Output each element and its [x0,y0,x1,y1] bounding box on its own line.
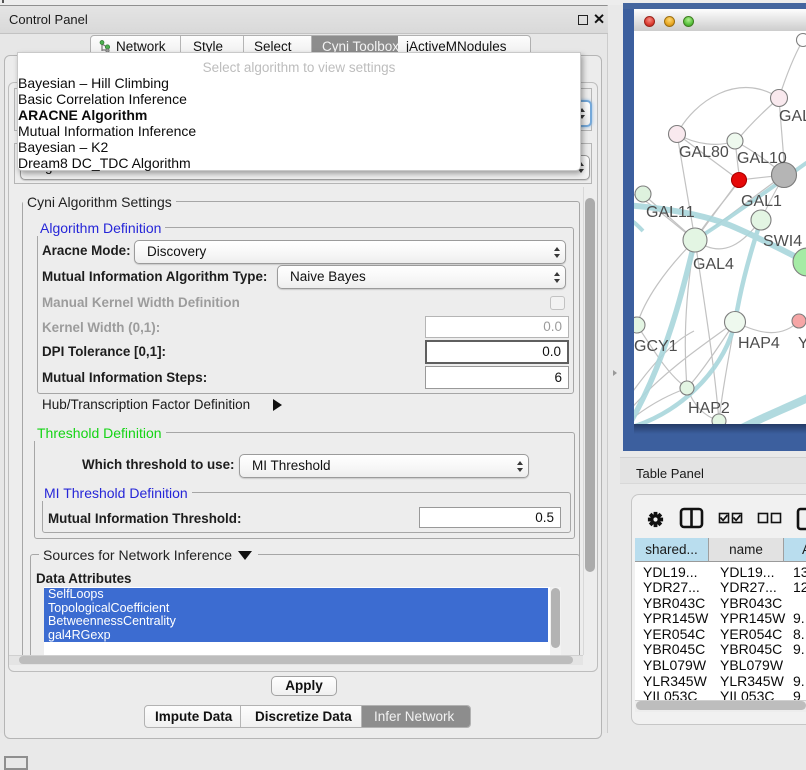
svg-text:GAL4: GAL4 [693,256,734,273]
svg-text:GCY1: GCY1 [634,338,678,355]
svg-text:GAL10: GAL10 [737,150,787,167]
svg-text:Y: Y [798,335,806,352]
svg-text:GAL1: GAL1 [741,193,782,210]
svg-text:HAP4: HAP4 [738,335,780,352]
svg-text:SWI4: SWI4 [763,233,802,250]
svg-text:GAL11: GAL11 [646,204,695,221]
svg-text:GAL: GAL [779,108,806,125]
svg-text:GAL80: GAL80 [679,144,729,161]
svg-text:HAP2: HAP2 [688,400,730,417]
